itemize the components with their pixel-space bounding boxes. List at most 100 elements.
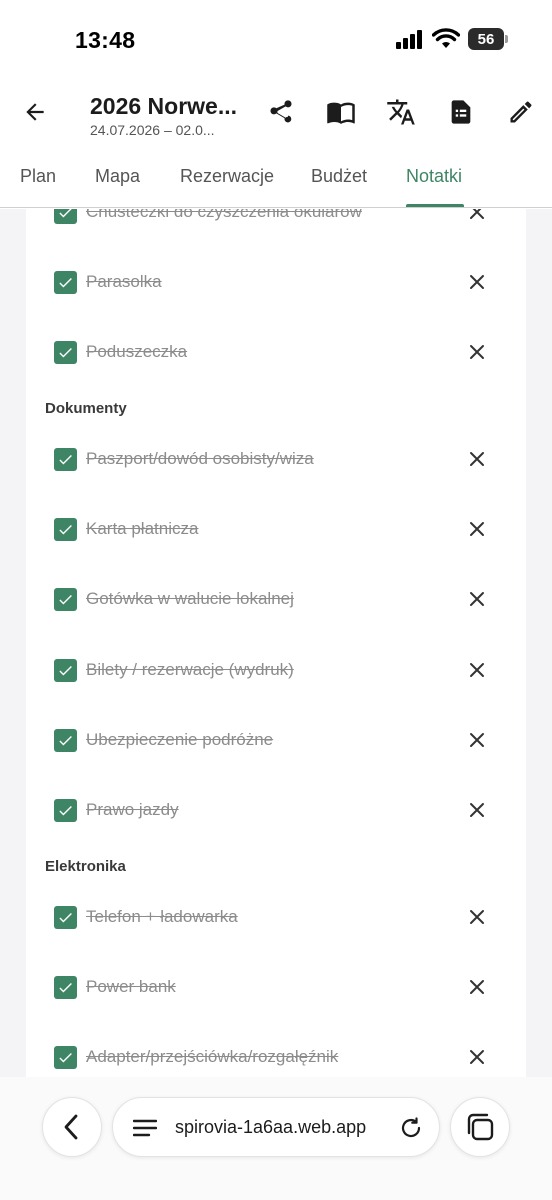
check-icon: [59, 665, 72, 676]
checklist-item: Chusteczki do czyszczenia okularów: [26, 209, 526, 237]
checklist-item: Ubezpieczenie podróżne: [26, 715, 526, 765]
trip-title-block[interactable]: 2026 Norwe... 24.07.2026 – 02.0...: [90, 93, 240, 138]
item-label: Power bank: [86, 977, 176, 996]
chevron-left-icon: [64, 1114, 78, 1140]
notes-content[interactable]: Chusteczki do czyszczenia okularów Paras…: [0, 209, 552, 1077]
item-checkbox[interactable]: [54, 799, 77, 822]
item-checkbox[interactable]: [54, 341, 77, 364]
item-checkbox[interactable]: [54, 906, 77, 929]
translate-button[interactable]: [384, 95, 418, 129]
status-icons: 56: [396, 28, 508, 50]
tab-bar: Plan Mapa Rezerwacje Budżet Notatki: [0, 148, 552, 208]
item-checkbox[interactable]: [54, 209, 77, 224]
remove-item-button[interactable]: [466, 588, 488, 610]
checklist-item: Prawo jazdy: [26, 785, 526, 835]
item-label: Telefon + ładowarka: [86, 907, 238, 926]
check-icon: [59, 347, 72, 358]
item-label: Gotówka w walucie lokalnej: [86, 589, 294, 608]
document-icon: [451, 100, 471, 124]
remove-item-button[interactable]: [466, 659, 488, 681]
tab-budget[interactable]: Budżet: [311, 166, 367, 187]
tab-plan[interactable]: Plan: [20, 166, 56, 187]
close-icon: [470, 522, 484, 536]
item-checkbox[interactable]: [54, 659, 77, 682]
item-checkbox[interactable]: [54, 518, 77, 541]
document-button[interactable]: [444, 95, 478, 129]
share-button[interactable]: [264, 95, 298, 129]
signal-icon: [396, 30, 422, 49]
close-icon: [470, 980, 484, 994]
check-icon: [59, 1052, 72, 1063]
item-label: Parasolka: [86, 272, 162, 291]
item-label: Adapter/przejściówka/rozgałęźnik: [86, 1047, 339, 1066]
remove-item-button[interactable]: [466, 271, 488, 293]
status-bar: 13:48 56: [0, 0, 552, 80]
close-icon: [470, 345, 484, 359]
check-icon: [59, 277, 72, 288]
item-label: Prawo jazdy: [86, 800, 179, 819]
section-title-electronics: Elektronika: [45, 858, 126, 875]
check-icon: [59, 912, 72, 923]
remove-item-button[interactable]: [466, 341, 488, 363]
menu-lines-icon: [133, 1119, 157, 1137]
browser-tabs-button[interactable]: [450, 1097, 510, 1157]
wifi-icon: [432, 28, 460, 48]
check-icon: [59, 594, 72, 605]
address-bar[interactable]: spirovia-1a6aa.web.app: [112, 1097, 440, 1157]
item-checkbox[interactable]: [54, 1046, 77, 1069]
item-label: Ubezpieczenie podróżne: [86, 730, 274, 749]
back-button[interactable]: [18, 95, 52, 129]
battery-icon: 56: [468, 28, 508, 50]
url-text: spirovia-1a6aa.web.app: [175, 1117, 367, 1137]
remove-item-button[interactable]: [466, 799, 488, 821]
item-checkbox[interactable]: [54, 729, 77, 752]
battery-level: 56: [477, 30, 495, 48]
checklist-item: Paszport/dowód osobisty/wiza: [26, 434, 526, 484]
close-icon: [470, 452, 484, 466]
close-icon: [470, 803, 484, 817]
check-icon: [59, 805, 72, 816]
tabs-overview-icon: [467, 1113, 494, 1141]
item-checkbox[interactable]: [54, 976, 77, 999]
checklist-item: Parasolka: [26, 257, 526, 307]
check-icon: [59, 454, 72, 465]
remove-item-button[interactable]: [466, 906, 488, 928]
close-icon: [470, 663, 484, 677]
open-book-icon: [327, 102, 355, 124]
remove-item-button[interactable]: [466, 209, 488, 223]
remove-item-button[interactable]: [466, 1046, 488, 1068]
edit-button[interactable]: [504, 95, 538, 129]
guide-button[interactable]: [324, 95, 358, 129]
share-icon: [270, 100, 292, 123]
tab-reservations[interactable]: Rezerwacje: [180, 166, 274, 187]
close-icon: [470, 1050, 484, 1064]
item-checkbox[interactable]: [54, 448, 77, 471]
status-time: 13:48: [75, 27, 136, 53]
page-menu-button[interactable]: [131, 1115, 159, 1141]
active-tab-indicator: [406, 204, 464, 207]
browser-back-button[interactable]: [42, 1097, 102, 1157]
remove-item-button[interactable]: [466, 976, 488, 998]
checklist-item: Bilety / rezerwacje (wydruk): [26, 645, 526, 695]
packing-checklist-card: Chusteczki do czyszczenia okularów Paras…: [26, 209, 526, 1077]
item-label: Poduszeczka: [86, 342, 188, 361]
pencil-icon: [510, 101, 532, 123]
item-checkbox[interactable]: [54, 588, 77, 611]
trip-dates: 24.07.2026 – 02.0...: [90, 122, 215, 138]
check-icon: [59, 982, 72, 993]
translate-icon: [387, 99, 415, 125]
trip-title: 2026 Norwe...: [90, 93, 238, 119]
item-label: Chusteczki do czyszczenia okularów: [86, 209, 362, 221]
tab-map[interactable]: Mapa: [95, 166, 140, 187]
remove-item-button[interactable]: [466, 729, 488, 751]
reload-button[interactable]: [397, 1114, 425, 1142]
tab-notes[interactable]: Notatki: [406, 166, 462, 187]
checklist-item: Poduszeczka: [26, 327, 526, 377]
remove-item-button[interactable]: [466, 448, 488, 470]
remove-item-button[interactable]: [466, 518, 488, 540]
app-header: 2026 Norwe... 24.07.2026 – 02.0...: [0, 80, 552, 148]
section-title-documents: Dokumenty: [45, 400, 127, 417]
check-icon: [59, 209, 72, 218]
close-icon: [470, 592, 484, 606]
item-checkbox[interactable]: [54, 271, 77, 294]
